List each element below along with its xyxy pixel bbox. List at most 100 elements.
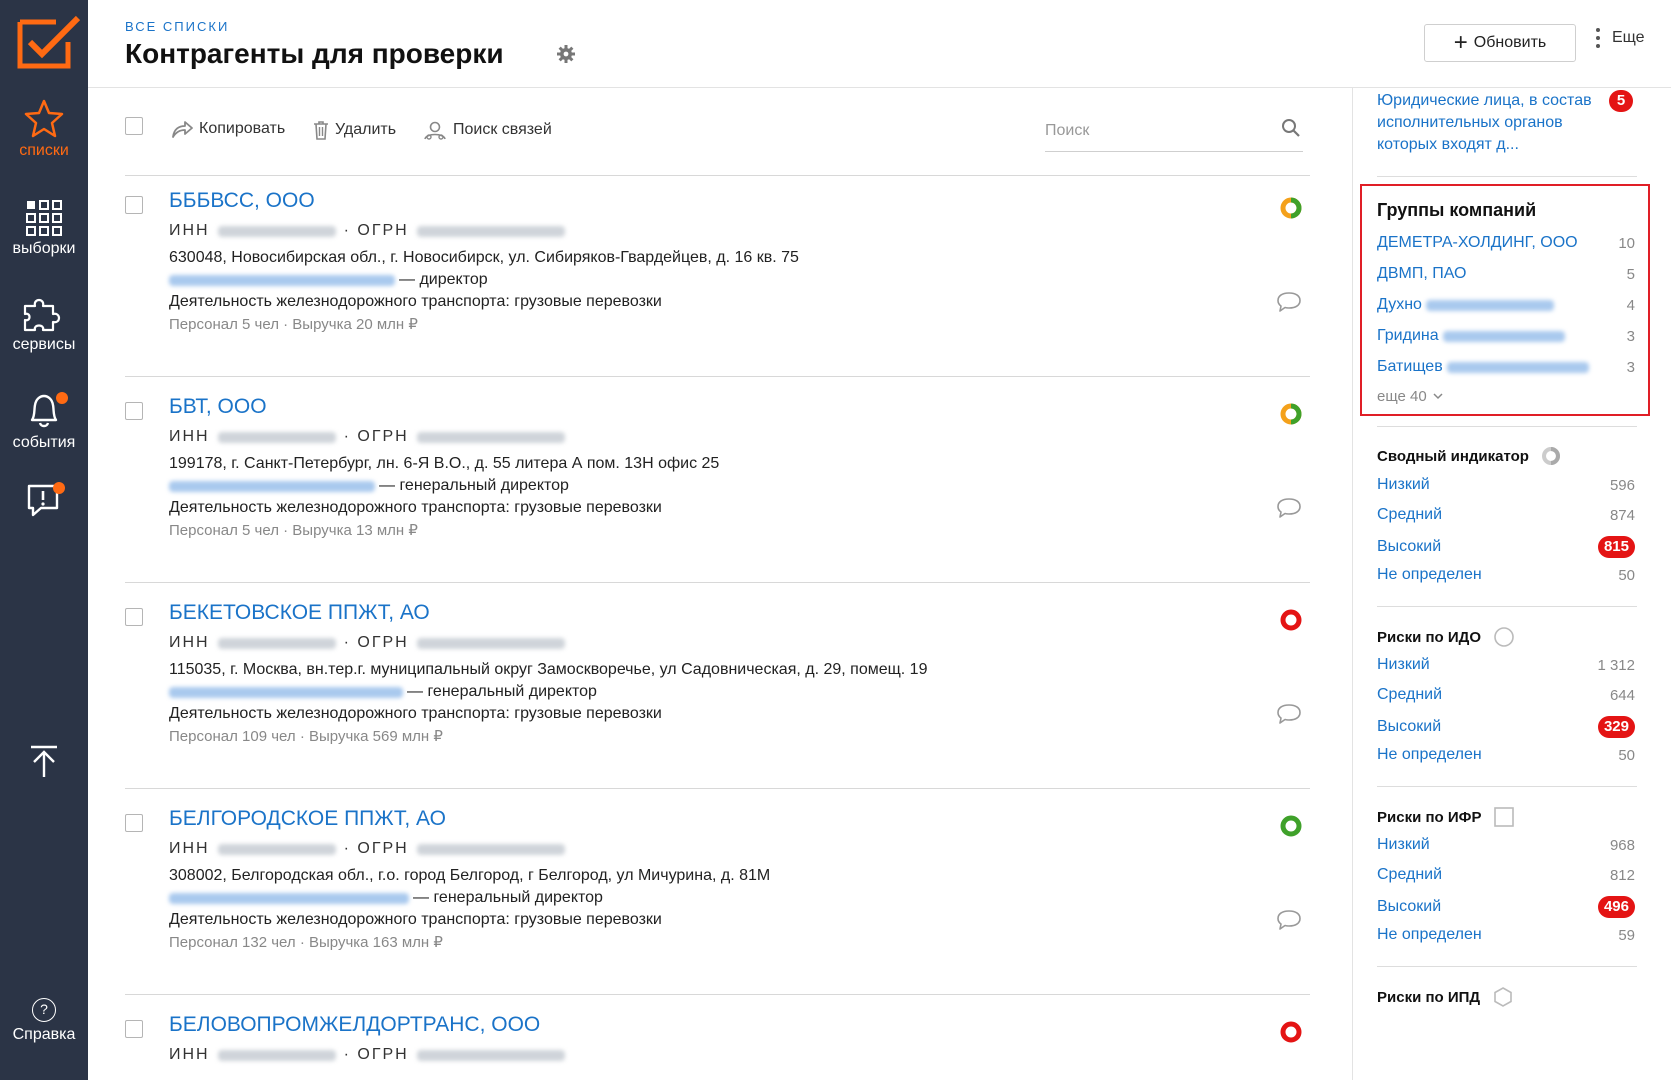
- filter-row-medium[interactable]: Средний 644: [1377, 686, 1635, 704]
- sidebar-item-lists[interactable]: списки: [0, 98, 88, 160]
- group-item[interactable]: Гридина 3: [1377, 327, 1635, 345]
- sidebar-item-services[interactable]: сервисы: [0, 294, 88, 354]
- separator: ·: [283, 316, 289, 333]
- select-all-checkbox[interactable]: [125, 117, 143, 135]
- square-outline-icon: [1494, 807, 1515, 827]
- circle-outline-icon: [1494, 627, 1514, 647]
- gear-icon[interactable]: [556, 44, 576, 64]
- copy-button[interactable]: Копировать: [171, 120, 285, 138]
- company-name-link[interactable]: БЕЛОВОПРОМЖЕЛДОРТРАНС, ООО: [169, 1013, 540, 1037]
- ogrn-label: ОГРН: [357, 840, 409, 857]
- sidebar-item-alerts[interactable]: [0, 482, 88, 518]
- company-address: 199178, г. Санкт-Петербург, лн. 6-Я В.О.…: [169, 455, 720, 472]
- filter-count-badge: 815: [1597, 536, 1635, 558]
- company-revenue: Выручка 20 млн ₽: [292, 316, 418, 333]
- divider: [1377, 786, 1637, 787]
- filter-row-high[interactable]: Высокий 815: [1377, 536, 1635, 558]
- logo-check-icon[interactable]: [16, 12, 82, 70]
- group-item[interactable]: Духно 4: [1377, 296, 1635, 314]
- group-item-redacted: [1442, 330, 1565, 342]
- filter-row-undefined[interactable]: Не определен 59: [1377, 926, 1635, 944]
- group-item-name: Батищев: [1377, 358, 1443, 375]
- inn-value-redacted: [217, 431, 336, 443]
- ido-risks-title: Риски по ИДО: [1377, 626, 1515, 648]
- filter-row-low[interactable]: Низкий 1 312: [1377, 656, 1635, 674]
- trash-icon: [314, 121, 328, 140]
- director-name-redacted[interactable]: [169, 892, 409, 904]
- comment-icon[interactable]: [1276, 291, 1302, 313]
- company-name-link[interactable]: БББВСС, ООО: [169, 189, 315, 213]
- inn-value-redacted: [217, 843, 336, 855]
- divider: [1377, 426, 1637, 427]
- company-checkbox[interactable]: [125, 608, 143, 626]
- director-role: — директор: [399, 271, 488, 288]
- filter-row-undefined[interactable]: Не определен 50: [1377, 746, 1635, 764]
- separator: ·: [299, 728, 305, 745]
- groups-show-more[interactable]: еще 40: [1377, 388, 1443, 405]
- sidebar-item-events[interactable]: события: [0, 390, 88, 452]
- sidebar-item-label: списки: [19, 142, 69, 159]
- risk-indicator-high-icon[interactable]: [1280, 1021, 1302, 1043]
- company-name-link[interactable]: БЕКЕТОВСКОЕ ППЖТ, АО: [169, 601, 430, 625]
- breadcrumb[interactable]: ВСЕ СПИСКИ: [125, 19, 229, 34]
- related-entities-link[interactable]: Юридические лица, в состав исполнительны…: [1377, 90, 1602, 156]
- search-input[interactable]: [1045, 118, 1265, 144]
- filter-row-low[interactable]: Низкий 596: [1377, 476, 1635, 494]
- company-checkbox[interactable]: [125, 402, 143, 420]
- company-checkbox[interactable]: [125, 814, 143, 832]
- divider: [1377, 606, 1637, 607]
- director-name-redacted[interactable]: [169, 274, 395, 286]
- comment-icon[interactable]: [1276, 497, 1302, 519]
- filter-row-medium[interactable]: Средний 812: [1377, 866, 1635, 884]
- filter-label: Низкий: [1377, 656, 1430, 673]
- company-checkbox[interactable]: [125, 1020, 143, 1038]
- more-menu-button[interactable]: Еще: [1596, 28, 1645, 48]
- share-arrow-icon: [172, 121, 193, 138]
- star-icon: [24, 99, 64, 138]
- filter-row-undefined[interactable]: Не определен 50: [1377, 566, 1635, 584]
- group-item[interactable]: ДВМП, ПАО 5: [1377, 265, 1635, 283]
- search-icon[interactable]: [1281, 118, 1301, 138]
- copy-label: Копировать: [199, 120, 286, 137]
- company-meta: Персонал 5 чел · Выручка 13 млн ₽: [169, 521, 418, 539]
- ogrn-label: ОГРН: [357, 428, 409, 445]
- filter-count: 59: [1618, 926, 1635, 944]
- company-ids: ИНН · ОГРН: [169, 634, 565, 652]
- risk-indicator-mixed-icon[interactable]: [1280, 403, 1302, 425]
- group-item[interactable]: Батищев 3: [1377, 358, 1635, 376]
- search-links-button[interactable]: Поиск связей: [423, 120, 552, 140]
- ogrn-value-redacted: [416, 637, 565, 649]
- filter-row-high[interactable]: Высокий 496: [1377, 896, 1635, 918]
- comment-icon[interactable]: [1276, 703, 1302, 725]
- list-toolbar: Копировать Удалить Поиск связей: [125, 112, 1310, 176]
- director-name-redacted[interactable]: [169, 686, 403, 698]
- company-name-link[interactable]: БЕЛГОРОДСКОЕ ППЖТ, АО: [169, 807, 446, 831]
- comment-icon[interactable]: [1276, 909, 1302, 931]
- risk-indicator-high-icon[interactable]: [1280, 609, 1302, 631]
- risk-indicator-low-icon[interactable]: [1280, 815, 1302, 837]
- filter-label: Высокий: [1377, 898, 1442, 915]
- company-name-link[interactable]: БВТ, ООО: [169, 395, 267, 419]
- risk-indicator-mixed-icon[interactable]: [1280, 197, 1302, 219]
- groups-title: Группы компаний: [1377, 200, 1537, 220]
- left-sidebar: списки выборки сервисы события ? Справка: [0, 0, 88, 1080]
- refresh-button[interactable]: + Обновить: [1424, 24, 1576, 62]
- filter-label: Низкий: [1377, 836, 1430, 853]
- delete-button[interactable]: Удалить: [313, 120, 396, 140]
- search-links-label: Поиск связей: [453, 121, 552, 138]
- ogrn-label: ОГРН: [357, 222, 409, 239]
- sidebar-item-help[interactable]: ? Справка: [0, 998, 88, 1044]
- person-search-icon: [424, 121, 446, 140]
- company-checkbox[interactable]: [125, 196, 143, 214]
- director-role: — генеральный директор: [413, 889, 603, 906]
- sidebar-item-label: события: [12, 434, 76, 451]
- filter-row-medium[interactable]: Средний 874: [1377, 506, 1635, 524]
- sidebar-item-selections[interactable]: выборки: [0, 200, 88, 258]
- director-name-redacted[interactable]: [169, 480, 375, 492]
- filter-label: Не определен: [1377, 566, 1482, 583]
- sidebar-item-label: сервисы: [12, 336, 76, 353]
- scroll-to-top-button[interactable]: [0, 744, 88, 778]
- filter-row-low[interactable]: Низкий 968: [1377, 836, 1635, 854]
- filter-row-high[interactable]: Высокий 329: [1377, 716, 1635, 738]
- group-item[interactable]: ДЕМЕТРА-ХОЛДИНГ, ООО 10: [1377, 234, 1635, 252]
